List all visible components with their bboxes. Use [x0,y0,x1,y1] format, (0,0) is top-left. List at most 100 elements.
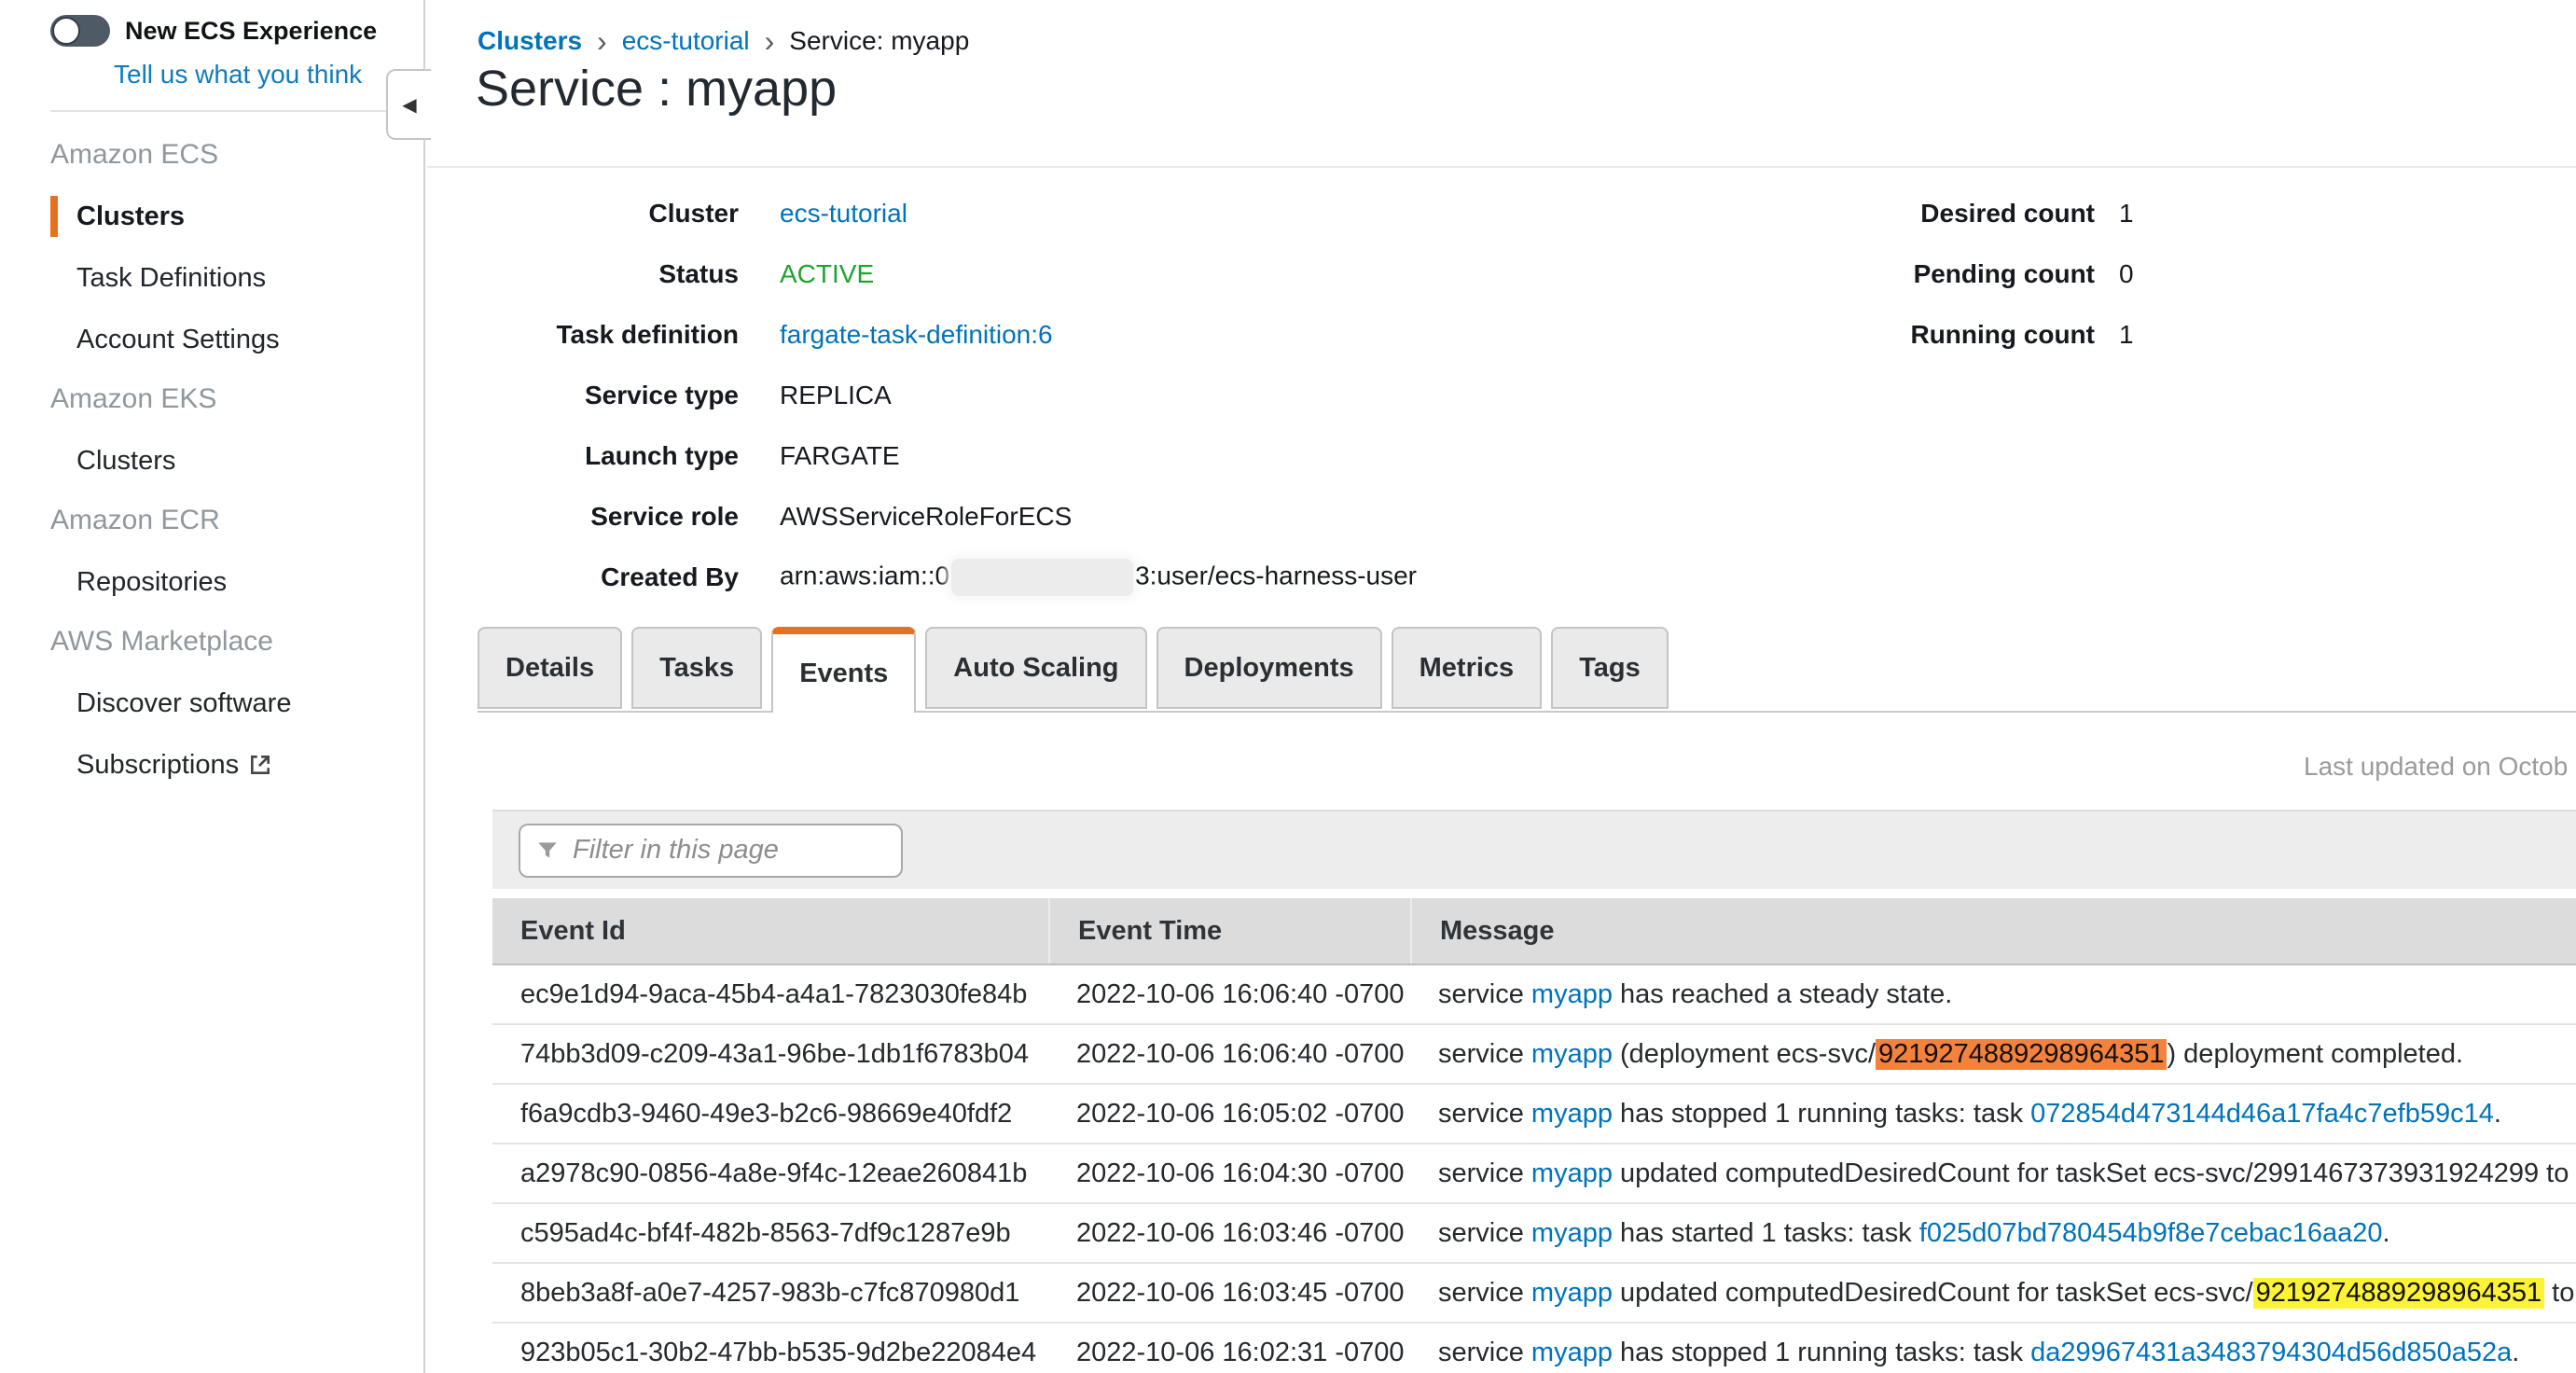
sidebar-section-heading-aws-marketplace: AWS Marketplace [50,625,423,659]
table-row: 8beb3a8f-a0e7-4257-983b-c7fc870980d12022… [492,1264,2576,1324]
message-link[interactable]: myapp [1531,1338,1613,1367]
count-value: 1 [2119,199,2134,229]
main-content: Clusters›ecs-tutorial›Service: myapp Ser… [427,0,2576,1373]
table-row: 74bb3d09-c209-43a1-96be-1db1f6783b042022… [492,1025,2576,1085]
collapse-left-arrow-icon: ◀ [402,93,416,117]
sidebar-item-subscriptions[interactable]: Subscriptions [76,748,272,782]
new-ecs-experience-label: New ECS Experience [125,17,377,46]
status-badge: ACTIVE [780,259,874,288]
message-cell: service myapp has reached a steady state… [1410,979,2576,1010]
breadcrumb: Clusters›ecs-tutorial›Service: myapp [478,26,969,56]
field-value: FARGATE [780,441,900,471]
field-label: Status [478,259,739,289]
sidebar-item-discover-software[interactable]: Discover software [76,686,291,720]
filter-input[interactable] [571,834,882,867]
sidebar-item-label: Clusters [76,446,175,476]
message-text: to 1. [2544,1278,2576,1308]
page-title: Service : myapp [476,60,837,118]
count-label: Pending count [1634,259,2095,289]
message-text: . [2494,1099,2501,1129]
new-ecs-experience-row: New ECS Experience [50,15,423,47]
field-row-launch-type: Launch typeFARGATE [478,425,1417,486]
cluster-link[interactable]: ecs-tutorial [780,199,907,228]
count-row-running-count: Running count 1 [1634,304,2134,365]
message-text: updated computedDesiredCount for taskSet… [1613,1278,2253,1308]
message-link[interactable]: myapp [1531,1218,1613,1248]
tab-metrics[interactable]: Metrics [1392,627,1543,709]
message-link[interactable]: myapp [1531,979,1613,1009]
message-text: . [2383,1218,2390,1248]
message-cell: service myapp has stopped 1 running task… [1410,1099,2576,1130]
sidebar-item-repositories[interactable]: Repositories [76,565,227,599]
column-header-event-id: Event Id [492,916,1048,947]
table-body: ec9e1d94-9aca-45b4-a4a1-7823030fe84b2022… [492,965,2576,1373]
count-value: 0 [2119,259,2134,289]
message-link[interactable]: myapp [1531,1158,1613,1188]
title-divider [427,166,2576,168]
event-time-cell: 2022-10-06 16:04:30 -0700 [1048,1158,1410,1189]
message-text: (deployment ecs-svc/ [1613,1039,1876,1069]
message-text: service [1438,979,1531,1009]
sidebar-item-label: Discover software [76,688,291,718]
tab-deployments[interactable]: Deployments [1156,627,1382,709]
breadcrumb-separator: › [597,28,607,54]
field-value: arn:aws:iam::03:user/ecs-harness-user [780,559,1417,596]
event-time-cell: 2022-10-06 16:06:40 -0700 [1048,1039,1410,1070]
table-row: f6a9cdb3-9460-49e3-b2c6-98669e40fdf22022… [492,1085,2576,1144]
message-text: updated computedDesiredCount for taskSet… [1613,1158,2576,1188]
field-row-created-by: Created Byarn:aws:iam::03:user/ecs-harne… [478,547,1417,607]
arn-suffix: 3:user/ecs-harness-user [1135,561,1417,589]
message-cell: service myapp updated computedDesiredCou… [1410,1278,2576,1309]
sidebar-item-account-settings[interactable]: Account Settings [76,323,280,356]
message-text: has started 1 tasks: task [1613,1218,1919,1248]
sidebar-sections: Amazon ECSClustersTask DefinitionsAccoun… [0,138,423,782]
message-link[interactable]: myapp [1531,1039,1613,1069]
sidebar-divider [50,110,390,112]
tab-auto-scaling[interactable]: Auto Scaling [925,627,1146,709]
task-definition-link[interactable]: fargate-task-definition:6 [780,320,1053,349]
message-text: service [1438,1039,1531,1069]
events-toolbar [492,810,2576,889]
count-label: Running count [1634,320,2095,350]
count-label: Desired count [1634,199,2095,229]
tab-tasks[interactable]: Tasks [631,627,762,709]
event-time-cell: 2022-10-06 16:05:02 -0700 [1048,1099,1410,1130]
last-updated-text: Last updated on Octob [2304,752,2568,782]
field-label: Service role [478,502,739,532]
event-id-cell: c595ad4c-bf4f-482b-8563-7df9c1287e9b [492,1218,1048,1249]
sidebar-item-task-definitions[interactable]: Task Definitions [76,261,266,295]
count-row-desired-count: Desired count 1 [1634,183,2134,243]
event-time-cell: 2022-10-06 16:03:46 -0700 [1048,1218,1410,1249]
table-row: ec9e1d94-9aca-45b4-a4a1-7823030fe84b2022… [492,965,2576,1025]
tab-details[interactable]: Details [478,627,622,709]
message-text: has reached a steady state. [1613,979,1952,1009]
message-text: . [2512,1338,2519,1367]
highlight-orange: 9219274889298964351 [1876,1039,2167,1070]
sidebar-collapse-button[interactable]: ◀ [386,69,431,140]
table-row: c595ad4c-bf4f-482b-8563-7df9c1287e9b2022… [492,1204,2576,1264]
message-text: service [1438,1338,1531,1367]
message-link[interactable]: 072854d473144d46a17fa4c7efb59c14 [2030,1099,2494,1129]
sidebar-item-clusters[interactable]: Clusters [76,444,175,478]
event-time-cell: 2022-10-06 16:02:31 -0700 [1048,1338,1410,1368]
sidebar-item-label: Repositories [76,567,227,597]
message-text: service [1438,1099,1531,1129]
breadcrumb-item-ecs-tutorial[interactable]: ecs-tutorial [622,26,750,56]
feedback-link[interactable]: Tell us what you think [114,60,423,90]
sidebar-item-clusters[interactable]: Clusters [76,200,185,233]
field-label: Task definition [478,320,739,350]
tab-tags[interactable]: Tags [1551,627,1669,709]
breadcrumb-item-clusters[interactable]: Clusters [478,26,582,56]
service-count-fields: Desired count 1 Pending count 0 Running coun… [1634,183,2134,365]
redacted-account-id [951,559,1133,596]
message-text: ) deployment completed. [2167,1039,2463,1069]
field-value: AWSServiceRoleForECS [780,502,1072,532]
message-link[interactable]: myapp [1531,1099,1613,1129]
field-row-cluster: Clusterecs-tutorial [478,183,1417,243]
new-ecs-experience-toggle[interactable] [50,15,110,47]
message-link[interactable]: myapp [1531,1278,1613,1308]
tab-events[interactable]: Events [771,627,916,713]
message-link[interactable]: da29967431a3483794304d56d850a52a [2030,1338,2512,1367]
message-link[interactable]: f025d07bd780454b9f8e7cebac16aa20 [1919,1218,2383,1248]
count-value: 1 [2119,320,2134,350]
